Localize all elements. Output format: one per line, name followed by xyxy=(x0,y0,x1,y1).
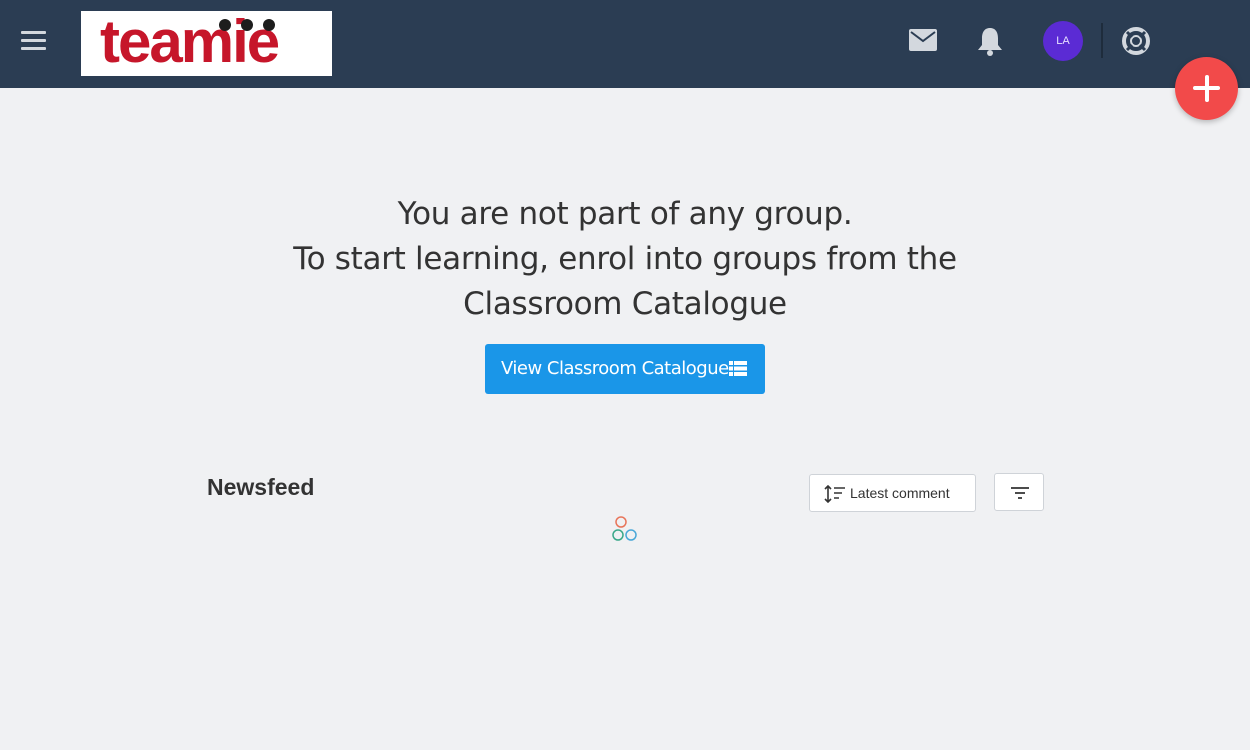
catalogue-button-label: View Classroom Catalogue xyxy=(501,358,729,379)
lifebuoy-icon[interactable] xyxy=(1122,27,1150,55)
bell-icon[interactable] xyxy=(975,26,1005,56)
add-fab-button[interactable] xyxy=(1175,57,1238,120)
list-icon xyxy=(729,361,747,376)
filter-button[interactable] xyxy=(994,473,1044,511)
sort-latest-comment-button[interactable]: Latest comment xyxy=(809,474,976,512)
empty-state-line: Classroom Catalogue xyxy=(463,286,787,322)
newsfeed-title: Newsfeed xyxy=(207,474,315,500)
sort-label: Latest comment xyxy=(850,485,950,501)
user-avatar[interactable]: LA xyxy=(1043,21,1083,61)
empty-state-line: You are not part of any group. xyxy=(397,196,853,232)
sort-icon xyxy=(824,485,845,503)
empty-state-line: To start learning, enrol into groups fro… xyxy=(293,241,957,277)
filter-icon xyxy=(1011,487,1029,499)
top-navigation-bar: teamie LA xyxy=(0,0,1250,88)
teamie-logo[interactable]: teamie xyxy=(81,11,332,76)
envelope-icon[interactable] xyxy=(909,29,937,51)
empty-state-message: You are not part of any group. To start … xyxy=(225,192,1025,327)
loading-spinner-icon xyxy=(612,516,637,541)
header-divider xyxy=(1101,23,1103,58)
hamburger-menu-icon[interactable] xyxy=(21,31,47,51)
view-classroom-catalogue-button[interactable]: View Classroom Catalogue xyxy=(485,344,765,394)
